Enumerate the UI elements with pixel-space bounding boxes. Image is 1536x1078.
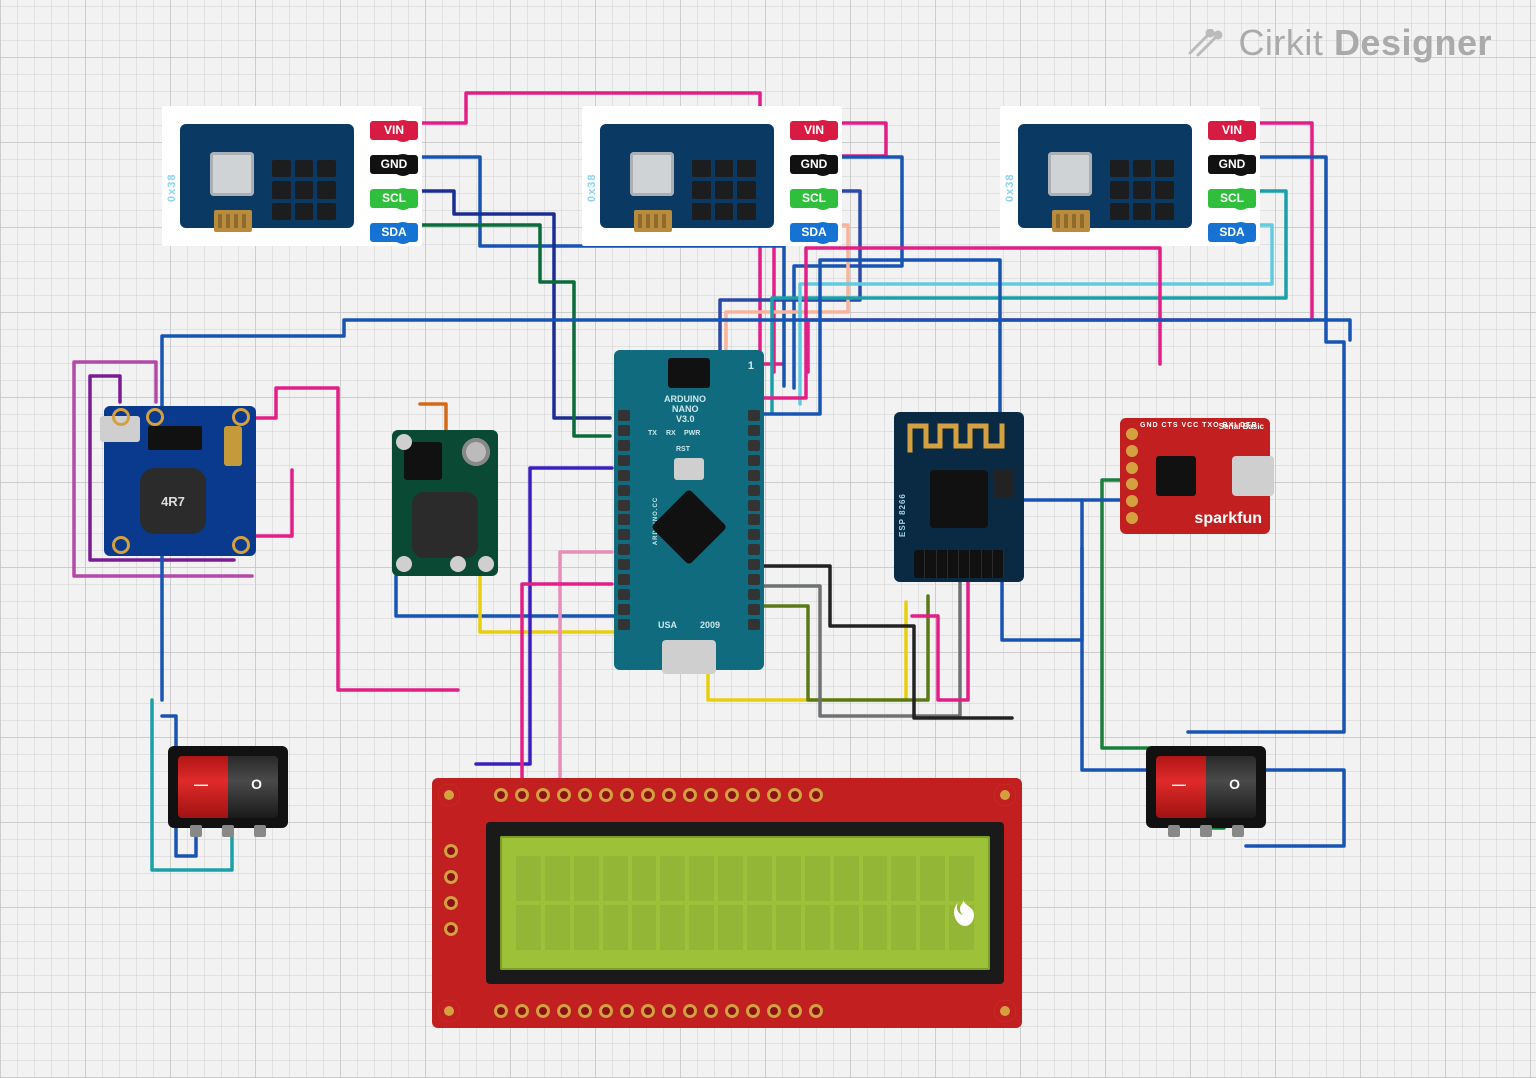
pin-label-scl: SCL [370,189,418,208]
made-label: USA [658,620,677,630]
pin-label-vin: VIN [1208,121,1256,140]
mcu-chip-icon [651,489,727,565]
esp8266-module[interactable]: ESP 8266 [894,412,1024,582]
model-l1: ARDUINO [664,394,706,404]
pin-1-label: 1 [748,360,754,372]
serial-header[interactable] [1126,428,1138,524]
lcd-bezel [486,822,1004,984]
rx-label: RX [666,430,676,437]
lcd-side-header[interactable] [444,844,458,936]
sensor-module-1[interactable]: 0x38 VIN GND SCL SDA [162,106,422,246]
pin-labels: GND CTS VCC TXO RXI DTR [1140,422,1258,429]
sparkfun-flame-icon [952,898,974,932]
inductor-label: 4R7 [140,468,206,534]
lcd-header-bottom[interactable] [494,1004,823,1018]
lcd-header-top[interactable] [494,788,823,802]
rst-label: RST [676,446,690,453]
sparkfun-serial-basic[interactable]: Serial Basic GND CTS VCC TXO RXI DTR spa… [1120,418,1270,534]
rocker-on-mark: — [1172,776,1186,792]
esp-header[interactable] [914,550,1004,578]
tx-label: TX [648,430,657,437]
lcd-16x2[interactable] [432,778,1022,1028]
rocker-off-mark: O [251,776,262,792]
year-label: 2009 [700,620,720,630]
pin-label-vin: VIN [370,121,418,140]
sensor-module-3[interactable]: 0x38 VIN GND SCL SDA [1000,106,1260,246]
rocker-switch-2[interactable]: — O [1146,746,1266,828]
pin-label-scl: SCL [1208,189,1256,208]
rocker-switch-1[interactable]: — O [168,746,288,828]
buck-converter[interactable] [392,430,498,576]
pin-label-sda: SDA [790,223,838,242]
esp-label: ESP 8266 [898,493,907,537]
pin-header-left[interactable] [618,410,630,630]
sensor-addr: 0x38 [166,174,178,202]
pwr-label: PWR [684,430,700,437]
sparkfun-logo: sparkfun [1194,510,1262,528]
potentiometer-icon[interactable] [462,438,490,466]
pin-label-gnd: GND [1208,155,1256,174]
arduino-nano[interactable]: 1 ARDUINO NANO V3.0 TX RX PWR RST ARDUIN… [614,350,764,670]
pcb-antenna-icon [906,420,1012,454]
usb-c-port[interactable] [1232,456,1274,496]
pin-label-vin: VIN [790,121,838,140]
usb-mini-port[interactable] [662,640,716,674]
model-l3: V3.0 [676,414,695,424]
pin-header-right[interactable] [748,410,760,630]
pin-label-scl: SCL [790,189,838,208]
model-l2: NANO [672,404,699,414]
pin-label-sda: SDA [370,223,418,242]
pin-label-sda: SDA [1208,223,1256,242]
rocker-on-mark: — [194,776,208,792]
pin-label-gnd: GND [370,155,418,174]
pin-label-gnd: GND [790,155,838,174]
sensor-module-2[interactable]: 0x38 VIN GND SCL SDA [582,106,842,246]
icsp-header[interactable] [668,358,710,388]
rocker-off-mark: O [1229,776,1240,792]
boost-converter[interactable]: 4R7 [104,406,256,556]
sensor-addr: 0x38 [586,174,598,202]
sensor-addr: 0x38 [1004,174,1016,202]
lcd-glass [500,836,990,970]
reset-button[interactable] [674,458,704,480]
sensor-pcb [180,124,354,228]
